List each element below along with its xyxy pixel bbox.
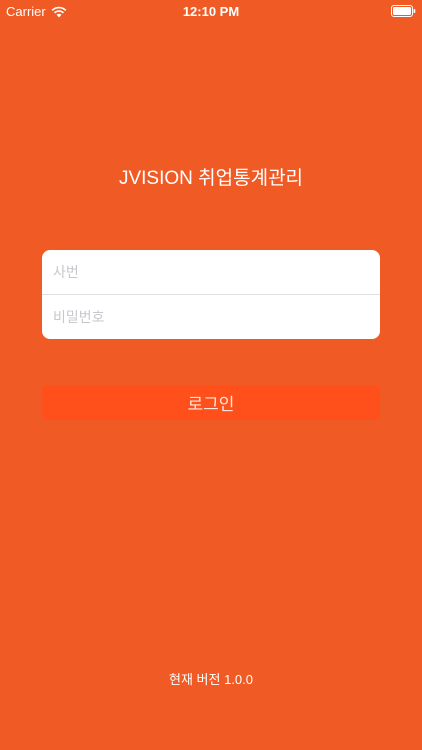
version-label: 현재 버전 1.0.0 [169, 672, 253, 687]
login-form [42, 250, 380, 339]
app-title: JVISION 취업통계관리 [118, 168, 304, 189]
status-bar: Carrier 12:10 PM [0, 0, 422, 22]
status-time: 12:10 PM [182, 4, 240, 19]
employee-id-input[interactable] [42, 250, 380, 294]
login-button[interactable]: 로그인 [42, 385, 380, 420]
password-input[interactable] [42, 295, 380, 339]
battery-icon [391, 5, 416, 17]
